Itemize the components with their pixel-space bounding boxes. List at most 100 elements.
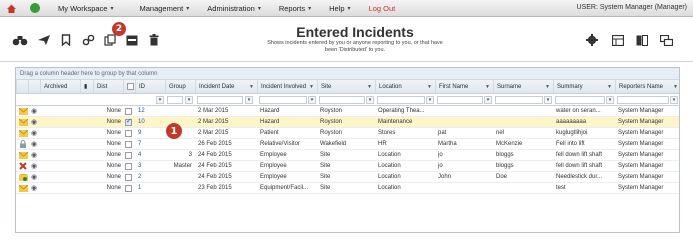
view-icon[interactable]: ◉ [31,117,41,127]
group-by-hint[interactable]: Drag a column header here to group by th… [16,68,679,80]
row-checkbox[interactable] [125,150,135,160]
col-header-select[interactable] [123,80,135,93]
date-cell: 2 Mar 2015 [198,130,229,136]
date-filter-dropdown[interactable]: ▾ [245,96,253,104]
settings-icon[interactable] [582,32,602,48]
filter-icon[interactable]: ▼ [485,84,490,90]
group-filter-input[interactable] [167,96,183,104]
involved-filter-input[interactable] [259,96,307,104]
table-icon[interactable] [608,32,628,48]
surname-filter-input[interactable] [495,96,543,104]
nav-item-help[interactable]: Help ▾ [329,4,350,13]
id-link[interactable]: 3 [138,161,164,171]
filter-icon[interactable]: ▼ [427,84,432,90]
involved-cell: Hazard [260,119,280,125]
table-row[interactable]: ◉ None 10 2 Mar 2015 Hazard Royston Maintenanc… [16,117,679,128]
columns-icon[interactable] [632,32,652,48]
col-header-summary[interactable]: Summary ▼ [553,80,615,93]
col-header-incident-date[interactable]: Incident Date ▼ [195,80,257,93]
table-row[interactable]: ◉ None 7 26 Feb 2015 Relative/Visitor Wakefie… [16,139,679,150]
home-icon[interactable] [6,3,16,13]
table-row[interactable]: ◉ None 1 23 Feb 2015 Equipment/Facil... Site L… [16,183,679,194]
trash-icon[interactable] [144,32,164,48]
send-icon[interactable] [34,32,54,48]
filter-icon[interactable]: ▼ [607,84,612,90]
row-checkbox[interactable] [125,139,135,149]
nav-item-management[interactable]: Management ▾ [139,4,189,13]
inbox-icon[interactable] [122,32,142,48]
nav-item-reports[interactable]: Reports ▾ [279,4,311,13]
involved-cell: Patient [260,130,279,136]
col-header-group[interactable]: Group [165,80,195,93]
id-link[interactable]: 9 [138,128,164,138]
id-link[interactable]: 1 [138,183,164,193]
id-link[interactable]: 4 [138,150,164,160]
site-filter-dropdown[interactable]: ▾ [366,96,374,104]
first-name-filter-input[interactable] [437,96,483,104]
filter-icon[interactable]: ▼ [249,84,254,90]
view-icon[interactable]: ◉ [31,161,41,171]
id-link[interactable]: 12 [138,106,164,116]
dist-cell: None [106,163,121,169]
summary-filter-dropdown[interactable]: ▾ [606,96,614,104]
row-checkbox[interactable] [125,183,135,193]
col-header-archived[interactable]: Archived [40,80,80,93]
table-row[interactable]: ◉ None 2 24 Feb 2015 Employee Site Location Joh… [16,172,679,183]
filter-icon[interactable]: ▼ [673,84,678,90]
involved-filter-dropdown[interactable]: ▾ [308,96,316,104]
windows-icon[interactable] [656,32,676,48]
logout-link[interactable]: Log Out [369,4,396,13]
view-icon[interactable]: ◉ [31,106,41,116]
location-filter-input[interactable] [377,96,425,104]
nav-item-my-workspace[interactable]: My Workspace ▾ [58,4,113,13]
view-icon[interactable]: ◉ [31,150,41,160]
col-header-surname[interactable]: Surname ▼ [493,80,553,93]
table-row[interactable]: ◉ None 9 2 Mar 2015 Patient Royston Stores pat n… [16,128,679,139]
col-header-attach[interactable]: ▮ [80,80,93,93]
col-header-id[interactable]: ID [135,80,165,93]
col-header-dist[interactable]: Dist [93,80,123,93]
group-filter-dropdown[interactable]: ▾ [185,96,193,104]
select-all-checkbox[interactable] [127,83,134,90]
date-filter-input[interactable] [197,96,243,104]
location-filter-dropdown[interactable]: ▾ [426,96,434,104]
reporter-filter-input[interactable] [617,96,669,104]
nav-item-administration[interactable]: Administration ▾ [207,4,261,13]
row-checkbox[interactable] [125,128,135,138]
bookmark-icon[interactable] [56,32,76,48]
view-icon[interactable]: ◉ [31,139,41,149]
col-header-reporters-name[interactable]: Reporters Name ▼ [615,80,679,93]
reporter-filter-dropdown[interactable]: ▾ [670,96,678,104]
refresh-icon[interactable] [30,3,40,13]
filter-icon[interactable]: ▼ [545,84,550,90]
table-row[interactable]: ◉ None 3 Master 24 Feb 2015 Employee Site Locat… [16,161,679,172]
view-icon[interactable]: ◉ [31,172,41,182]
id-link[interactable]: 7 [138,139,164,149]
surname-filter-dropdown[interactable]: ▾ [544,96,552,104]
row-checkbox[interactable] [125,117,135,127]
row-checkbox[interactable] [125,106,135,116]
link-icon[interactable] [78,32,98,48]
filter-icon[interactable]: ▼ [367,84,372,90]
site-filter-input[interactable] [319,96,365,104]
filter-icon[interactable]: ▼ [309,84,314,90]
col-header-location[interactable]: Location ▼ [375,80,435,93]
col-label: Surname [497,83,522,90]
view-icon[interactable]: ◉ [31,128,41,138]
first-name-cell: Martha [438,141,457,147]
row-checkbox[interactable] [125,161,135,171]
id-link[interactable]: 10 [138,117,164,127]
table-row[interactable]: ◉ None 4 3 24 Feb 2015 Employee Site Location jo… [16,150,679,161]
table-row[interactable]: ◉ None 12 2 Mar 2015 Hazard Royston Operating … [16,106,679,117]
binoculars-icon[interactable] [10,32,30,48]
col-header-first-name[interactable]: First Name ▼ [435,80,493,93]
col-header-site[interactable]: Site ▼ [317,80,375,93]
view-icon[interactable]: ◉ [31,183,41,193]
col-header-incident-involved[interactable]: Incident Involved ▼ [257,80,317,93]
summary-filter-input[interactable] [555,96,605,104]
id-filter-dropdown[interactable]: ▾ [156,96,164,104]
first-name-filter-dropdown[interactable]: ▾ [484,96,492,104]
page-title-block: Entered Incidents Shows incidents entere… [220,24,490,54]
id-link[interactable]: 2 [138,172,164,182]
row-checkbox[interactable] [125,172,135,182]
